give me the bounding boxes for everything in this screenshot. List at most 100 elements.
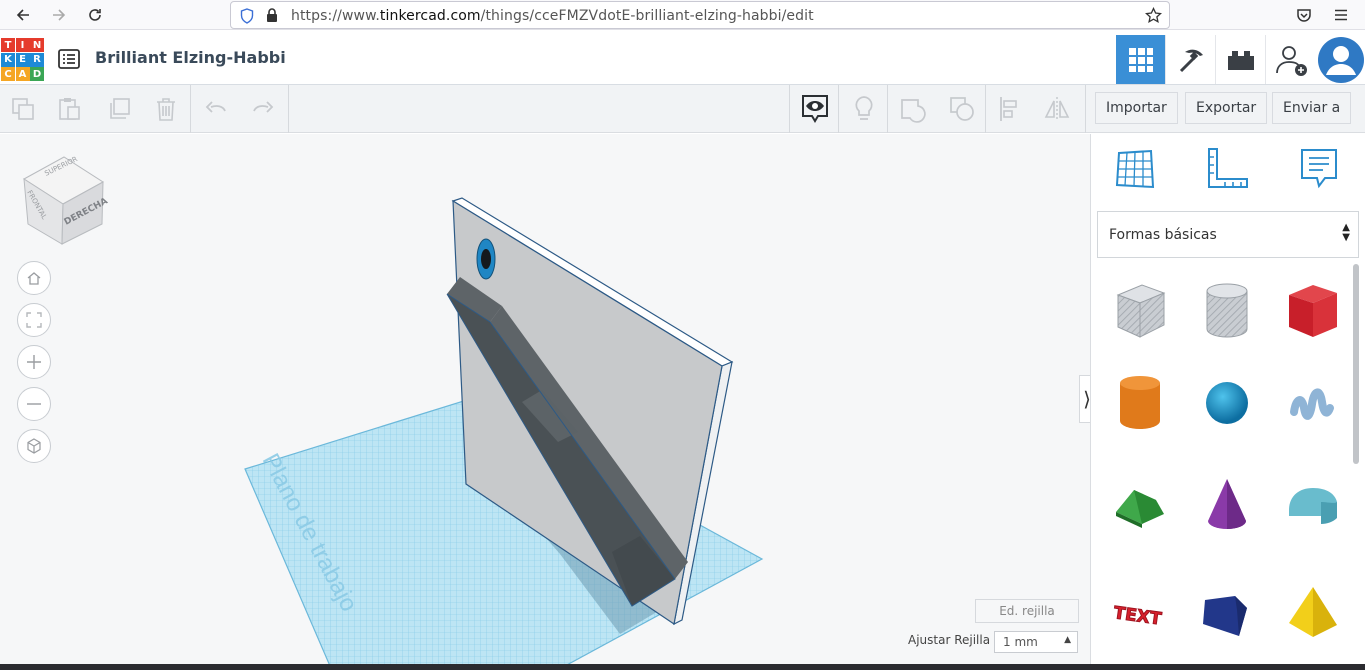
- add-user-icon: [1275, 45, 1307, 76]
- logo-letter: E: [15, 52, 30, 67]
- undo-button[interactable]: [198, 91, 234, 127]
- export-button[interactable]: Exportar: [1185, 92, 1268, 124]
- shape-polygon[interactable]: [1196, 584, 1258, 646]
- bookmark-star-icon[interactable]: [1145, 6, 1162, 28]
- panel-scrollbar[interactable]: [1353, 264, 1359, 464]
- divider: [288, 85, 289, 133]
- shape-round-roof[interactable]: [1282, 474, 1344, 536]
- logo-letter: N: [30, 38, 44, 52]
- ungroup-icon: [950, 97, 974, 121]
- shape-box-hole[interactable]: [1109, 280, 1171, 342]
- add-user-button[interactable]: [1266, 35, 1315, 84]
- tab-3d-design[interactable]: [1116, 35, 1165, 84]
- shape-cylinder-hole[interactable]: [1196, 280, 1258, 342]
- zoom-out-button[interactable]: [17, 387, 51, 421]
- send-to-button[interactable]: Enviar a: [1272, 92, 1352, 124]
- divider: [1085, 85, 1086, 133]
- clipboard-icon: [59, 98, 80, 120]
- align-button[interactable]: [992, 91, 1028, 127]
- zoom-in-button[interactable]: [17, 345, 51, 379]
- hole-shape[interactable]: [476, 238, 496, 280]
- lightbulb-icon: [855, 96, 873, 120]
- fit-view-button[interactable]: [17, 303, 51, 337]
- logo-letter: D: [30, 67, 44, 81]
- cylinder-icon: [1120, 376, 1160, 429]
- snap-grid-value: 1 mm: [1003, 635, 1038, 649]
- ruler-icon: [1208, 148, 1248, 188]
- shape-text[interactable]: TEXT: [1109, 576, 1171, 638]
- forward-arrow-icon[interactable]: [47, 3, 71, 27]
- shape-roof[interactable]: [1109, 474, 1171, 536]
- select-arrows-icon: ▲ ▼: [1342, 222, 1350, 243]
- snap-grid-label: Ajustar Rejilla: [908, 633, 991, 647]
- lightbulb-button[interactable]: [846, 91, 882, 127]
- duplicate-button[interactable]: [101, 91, 137, 127]
- avatar[interactable]: [1316, 35, 1365, 84]
- shape-scribble[interactable]: [1282, 372, 1344, 434]
- reload-icon[interactable]: [83, 3, 107, 27]
- design-title[interactable]: Brilliant Elzing-Habbi: [95, 48, 286, 67]
- lock-icon[interactable]: [265, 7, 279, 27]
- copy-button[interactable]: [5, 91, 41, 127]
- ruler-tool-button[interactable]: [1202, 144, 1252, 194]
- tab-codeblocks[interactable]: [1166, 35, 1215, 84]
- home-view-button[interactable]: [17, 261, 51, 295]
- logo-letter: T: [1, 38, 15, 52]
- divider: [887, 85, 888, 133]
- logo-letter: C: [1, 67, 15, 81]
- ungroup-button[interactable]: [944, 91, 980, 127]
- roof-icon: [1116, 490, 1164, 528]
- delete-button[interactable]: [148, 91, 184, 127]
- sphere-icon: [1206, 382, 1248, 424]
- perspective-button[interactable]: [17, 429, 51, 463]
- group-icon: [901, 99, 926, 123]
- design-list-button[interactable]: [56, 46, 82, 72]
- box-hole-icon: [1116, 284, 1166, 338]
- caret-up-icon: ▲: [1064, 635, 1071, 645]
- tinkercad-logo[interactable]: TIN KER CAD: [1, 38, 44, 81]
- back-arrow-icon[interactable]: [11, 3, 35, 27]
- pocket-icon[interactable]: [1292, 3, 1316, 27]
- shape-cone[interactable]: [1196, 474, 1258, 536]
- paste-button[interactable]: [51, 91, 87, 127]
- hamburger-menu-icon[interactable]: [1329, 3, 1353, 27]
- app-header: TIN KER CAD Brilliant Elzing-Habbi: [0, 31, 1365, 85]
- workplane-viewport[interactable]: Plano de trabajo SUPERIOR FRONTAL DERECH…: [0, 134, 1090, 664]
- address-bar[interactable]: https://www.tinkercad.com/things/cceFMZV…: [230, 1, 1170, 29]
- grid-icon: [1128, 47, 1153, 72]
- notes-tool-button[interactable]: [1294, 144, 1344, 194]
- edit-grid-button[interactable]: Ed. rejilla: [975, 599, 1079, 623]
- divider: [190, 85, 191, 133]
- 3d-scene[interactable]: Plano de trabajo: [0, 134, 1090, 664]
- view-cube[interactable]: SUPERIOR FRONTAL DERECHA: [20, 152, 110, 247]
- round-roof-icon: [1289, 488, 1337, 524]
- shape-box[interactable]: [1282, 280, 1344, 342]
- text-shape-icon: TEXT: [1112, 603, 1164, 631]
- cube-outline-icon: [27, 438, 41, 454]
- shape-pyramid[interactable]: [1282, 580, 1344, 642]
- brick-icon: [1227, 50, 1254, 70]
- fit-frame-icon: [26, 312, 42, 328]
- shape-cylinder[interactable]: [1109, 372, 1171, 434]
- plus-icon: [27, 355, 41, 369]
- mirror-icon: [1044, 97, 1070, 121]
- shield-icon[interactable]: [240, 8, 254, 28]
- snap-grid-select[interactable]: 1 mm ▲: [994, 631, 1078, 653]
- divider: [985, 85, 986, 133]
- divider: [789, 85, 790, 133]
- logo-letter: A: [15, 67, 30, 81]
- shape-category-select[interactable]: Formas básicas ▲ ▼: [1097, 211, 1359, 258]
- minus-icon: [27, 403, 41, 405]
- group-button[interactable]: [895, 91, 931, 127]
- tab-bricks[interactable]: [1216, 35, 1265, 84]
- cone-icon: [1208, 479, 1246, 529]
- copy-icon: [12, 98, 34, 120]
- notes-visibility-button[interactable]: [797, 91, 833, 127]
- redo-button[interactable]: [245, 91, 281, 127]
- mirror-button[interactable]: [1039, 91, 1075, 127]
- workplane-tool-button[interactable]: [1110, 144, 1160, 194]
- shape-category-value: Formas básicas: [1109, 226, 1217, 243]
- import-button[interactable]: Importar: [1095, 92, 1178, 124]
- undo-icon: [205, 101, 226, 113]
- shape-sphere[interactable]: [1196, 372, 1258, 434]
